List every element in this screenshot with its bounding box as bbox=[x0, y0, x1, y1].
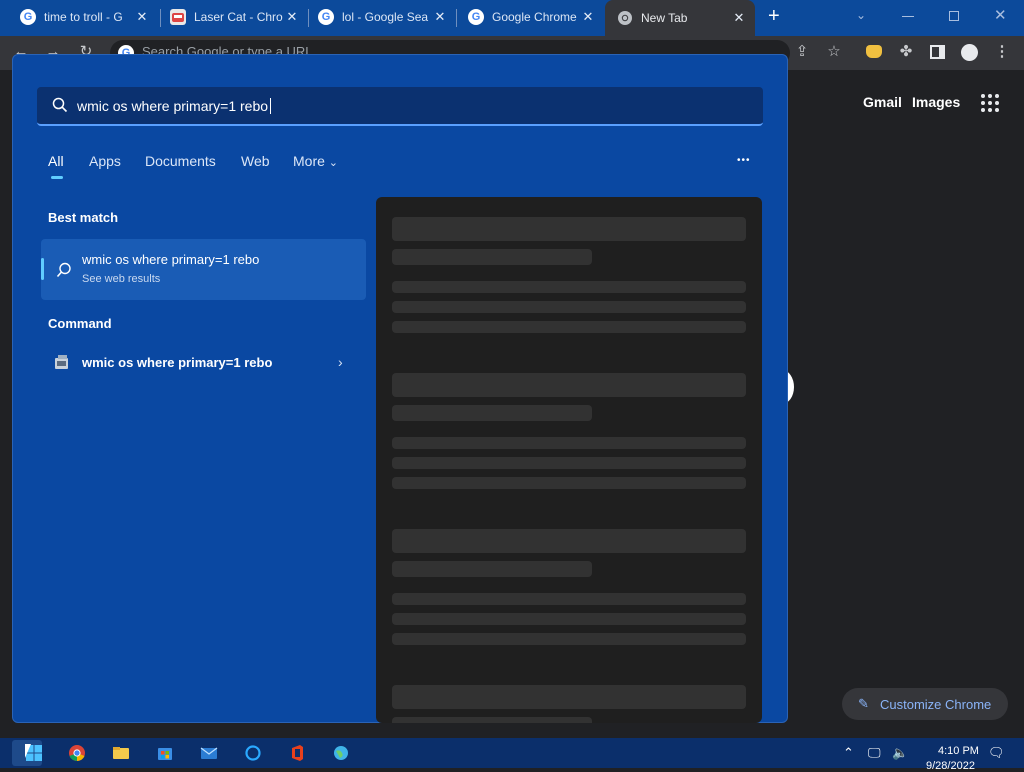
search-box[interactable] bbox=[37, 87, 763, 126]
filter-tab-web[interactable]: Web bbox=[241, 153, 270, 169]
skeleton-bar bbox=[392, 217, 746, 241]
share-icon[interactable]: ⇪ bbox=[793, 43, 811, 61]
bookmark-star-icon[interactable]: ☆ bbox=[825, 43, 843, 61]
profile-avatar-icon[interactable] bbox=[961, 44, 978, 61]
tab-lol-google[interactable]: G lol - Google Sea ✕ bbox=[306, 0, 456, 34]
menu-kebab-icon[interactable]: ⋮ bbox=[993, 43, 1011, 61]
text-caret bbox=[270, 98, 271, 114]
tab-title: Laser Cat - Chro bbox=[194, 10, 283, 24]
skeleton-bar bbox=[392, 405, 592, 421]
globe-pin-icon[interactable] bbox=[332, 744, 350, 762]
search-icon bbox=[52, 97, 68, 113]
chrome-icon[interactable] bbox=[68, 744, 86, 762]
office-icon[interactable] bbox=[288, 744, 306, 762]
skeleton-bar bbox=[392, 437, 746, 449]
tab-time-to-troll[interactable]: G time to troll - G ✕ bbox=[8, 0, 158, 34]
minimize-icon[interactable] bbox=[902, 16, 914, 17]
file-explorer-icon[interactable] bbox=[112, 744, 130, 762]
side-panel-icon[interactable] bbox=[930, 45, 945, 59]
skeleton-bar bbox=[392, 633, 746, 645]
skeleton-bar bbox=[392, 613, 746, 625]
pencil-icon: ✎ bbox=[858, 696, 869, 711]
tab-search-icon[interactable]: ⌄ bbox=[856, 8, 866, 22]
skeleton-bar bbox=[392, 301, 746, 313]
skeleton-bar bbox=[392, 529, 746, 553]
active-tab-indicator bbox=[51, 176, 63, 179]
tab-title: Google Chrome bbox=[492, 10, 577, 24]
restore-icon[interactable] bbox=[949, 11, 959, 21]
google-icon: G bbox=[318, 9, 334, 25]
microsoft-store-icon[interactable] bbox=[156, 744, 174, 762]
close-icon[interactable]: ✕ bbox=[580, 9, 596, 25]
google-icon: G bbox=[20, 9, 36, 25]
skeleton-bar bbox=[392, 457, 746, 469]
skeleton-bar bbox=[392, 561, 592, 577]
best-match-heading: Best match bbox=[48, 210, 119, 225]
skeleton-bar bbox=[392, 593, 746, 605]
run-command-icon[interactable] bbox=[52, 353, 72, 373]
tab-title: time to troll - G bbox=[44, 10, 123, 24]
clock-date[interactable]: 9/28/2022 bbox=[926, 760, 975, 772]
filter-tab-documents[interactable]: Documents bbox=[145, 153, 216, 169]
chevron-down-icon: ⌄ bbox=[328, 157, 339, 169]
skeleton-bar bbox=[392, 281, 746, 293]
notifications-icon[interactable]: 🗨 bbox=[988, 745, 1005, 761]
filter-tab-apps[interactable]: Apps bbox=[89, 153, 121, 169]
chrome-icon bbox=[617, 10, 633, 26]
extensions-puzzle-icon[interactable]: ✤ bbox=[897, 43, 915, 61]
best-match-title: wmic os where primary=1 rebo bbox=[82, 252, 260, 267]
tab-title: New Tab bbox=[641, 11, 688, 25]
tab-title: lol - Google Sea bbox=[342, 10, 429, 24]
selection-accent bbox=[41, 258, 44, 280]
skeleton-bar bbox=[392, 249, 592, 265]
tab-new-tab[interactable]: New Tab ✕ bbox=[605, 0, 755, 36]
google-apps-icon[interactable] bbox=[981, 94, 999, 112]
preview-panel bbox=[376, 197, 762, 723]
new-tab-button[interactable]: + bbox=[768, 5, 780, 28]
mail-icon[interactable] bbox=[200, 744, 218, 762]
skeleton-bar bbox=[392, 321, 746, 333]
cat-icon bbox=[170, 9, 186, 25]
filter-tab-all[interactable]: All bbox=[48, 153, 64, 169]
show-hidden-icons[interactable]: ⌃ bbox=[843, 745, 854, 761]
clock-time[interactable]: 4:10 PM bbox=[938, 745, 979, 757]
search-input[interactable] bbox=[77, 96, 737, 116]
customize-chrome-button[interactable]: ✎ Customize Chrome bbox=[842, 688, 1008, 720]
tab-laser-cat[interactable]: Laser Cat - Chro ✕ bbox=[158, 0, 308, 34]
search-icon bbox=[56, 262, 71, 278]
gmail-link[interactable]: Gmail bbox=[863, 94, 902, 110]
best-match-subtitle: See web results bbox=[82, 273, 161, 285]
tab-google-chrome[interactable]: G Google Chrome ✕ bbox=[456, 0, 604, 34]
best-match-result[interactable] bbox=[41, 239, 366, 300]
close-icon[interactable]: ✕ bbox=[432, 9, 448, 25]
close-icon[interactable]: ✕ bbox=[731, 10, 747, 26]
network-icon[interactable]: 🖵 bbox=[868, 745, 881, 761]
close-icon[interactable]: ✕ bbox=[134, 9, 150, 25]
close-window-icon[interactable]: ✕ bbox=[994, 6, 1007, 24]
cat-extension-icon[interactable] bbox=[866, 45, 882, 58]
customize-chrome-label: Customize Chrome bbox=[880, 696, 992, 712]
close-icon[interactable]: ✕ bbox=[284, 9, 300, 25]
more-options-icon[interactable]: ••• bbox=[737, 155, 751, 166]
filter-tab-more[interactable]: More ⌄ bbox=[293, 153, 338, 169]
volume-icon[interactable]: 🔈 bbox=[892, 745, 908, 761]
skeleton-bar bbox=[392, 685, 746, 709]
skeleton-bar bbox=[392, 373, 746, 397]
more-label: More bbox=[293, 153, 325, 169]
mouse-cursor-icon bbox=[25, 744, 31, 758]
images-link[interactable]: Images bbox=[912, 94, 960, 110]
skeleton-bar bbox=[392, 717, 592, 723]
command-heading: Command bbox=[48, 316, 112, 331]
chevron-right-icon[interactable]: › bbox=[338, 354, 343, 370]
skeleton-bar bbox=[392, 477, 746, 489]
google-icon: G bbox=[468, 9, 484, 25]
cortana-icon[interactable] bbox=[244, 744, 262, 762]
command-result-title[interactable]: wmic os where primary=1 rebo bbox=[82, 355, 272, 370]
